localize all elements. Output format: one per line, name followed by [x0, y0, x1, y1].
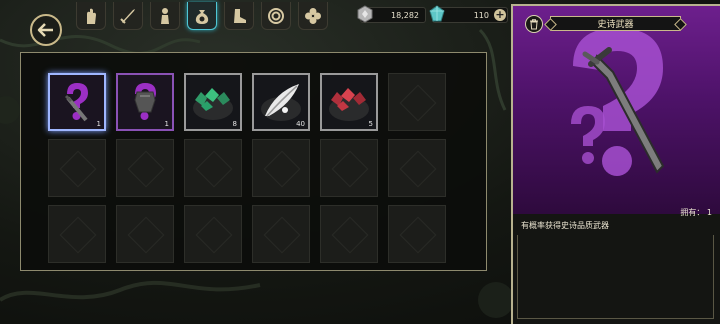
- owned-label: 拥有：: [680, 208, 705, 217]
- tab-skills[interactable]: [261, 2, 291, 30]
- inventory-panel: 1 1 8 40 5: [20, 52, 487, 271]
- inventory-slot-empty[interactable]: [116, 139, 174, 197]
- back-button[interactable]: [30, 14, 62, 46]
- tab-weapons[interactable]: [113, 2, 143, 30]
- epic-weapon-icon: [64, 83, 88, 122]
- inventory-slot-empty[interactable]: [320, 205, 378, 263]
- silver-amount: 18,282: [391, 11, 419, 20]
- gem-amount: 110: [473, 11, 489, 20]
- arrow-left-icon: [37, 23, 53, 37]
- inventory-grid: 1 1 8 40 5: [48, 73, 446, 263]
- inventory-slot-epic-armor[interactable]: 1: [116, 73, 174, 131]
- green-ore-icon: [193, 88, 233, 120]
- tab-hand[interactable]: [76, 2, 106, 30]
- inventory-slot-white-feather[interactable]: 40: [252, 73, 310, 131]
- boot-icon: [234, 8, 246, 23]
- category-tabs: [76, 2, 328, 32]
- gem-currency: 110 +: [429, 5, 508, 23]
- item-title: 史诗武器: [597, 20, 634, 30]
- money-bag-icon: [195, 9, 209, 24]
- tab-items[interactable]: [187, 2, 217, 30]
- inventory-slot-red-ore[interactable]: 5: [320, 73, 378, 131]
- item-description: 有概率获得史诗品质武器: [521, 221, 609, 230]
- inventory-slot-empty[interactable]: [388, 73, 446, 131]
- tab-character[interactable]: [150, 2, 180, 30]
- inventory-slot-empty[interactable]: [388, 139, 446, 197]
- tab-relics[interactable]: [298, 2, 328, 30]
- figure-icon: [161, 7, 169, 24]
- item-count: 1: [164, 120, 169, 128]
- inventory-slot-empty[interactable]: [48, 139, 106, 197]
- inventory-slot-empty[interactable]: [388, 205, 446, 263]
- epic-armor-icon: [134, 83, 156, 120]
- gem-icon: [429, 5, 445, 22]
- inventory-slot-empty[interactable]: [184, 139, 242, 197]
- hand-icon: [87, 8, 96, 24]
- trash-icon: [530, 18, 538, 29]
- clover-icon: [305, 7, 321, 24]
- item-count: 5: [368, 120, 373, 128]
- silver-coin-icon: [357, 5, 373, 23]
- add-gems-button[interactable]: +: [494, 9, 506, 21]
- inventory-slot-empty[interactable]: [116, 205, 174, 263]
- target-icon: [268, 7, 284, 24]
- inventory-slot-empty[interactable]: [252, 205, 310, 263]
- inventory-slot-empty[interactable]: [252, 139, 310, 197]
- silver-currency: 18,282: [357, 5, 426, 23]
- tab-equipment[interactable]: [224, 2, 254, 30]
- owned-count: 1: [706, 208, 712, 217]
- inventory-slot-empty[interactable]: [320, 139, 378, 197]
- sword-icon: [120, 8, 135, 24]
- item-detail-artwork: [513, 6, 720, 214]
- item-count: 1: [96, 120, 101, 128]
- inventory-slot-epic-weapon[interactable]: 1: [48, 73, 106, 131]
- inventory-slot-green-ore[interactable]: 8: [184, 73, 242, 131]
- owned-count-row: 拥有： 1: [680, 207, 712, 218]
- detail-frame: [517, 235, 714, 319]
- inventory-slot-empty[interactable]: [184, 205, 242, 263]
- item-count: 8: [232, 120, 237, 128]
- epic-weapon-large-icon: [571, 28, 665, 176]
- item-title-banner: 史诗武器: [550, 16, 681, 31]
- red-ore-icon: [329, 88, 369, 121]
- discard-button[interactable]: [525, 15, 543, 33]
- white-feather-icon: [261, 84, 301, 121]
- item-count: 40: [296, 120, 305, 128]
- item-detail-panel: 史诗武器 拥有： 1 有概率获得史诗品质武器: [511, 4, 720, 324]
- inventory-slot-empty[interactable]: [48, 205, 106, 263]
